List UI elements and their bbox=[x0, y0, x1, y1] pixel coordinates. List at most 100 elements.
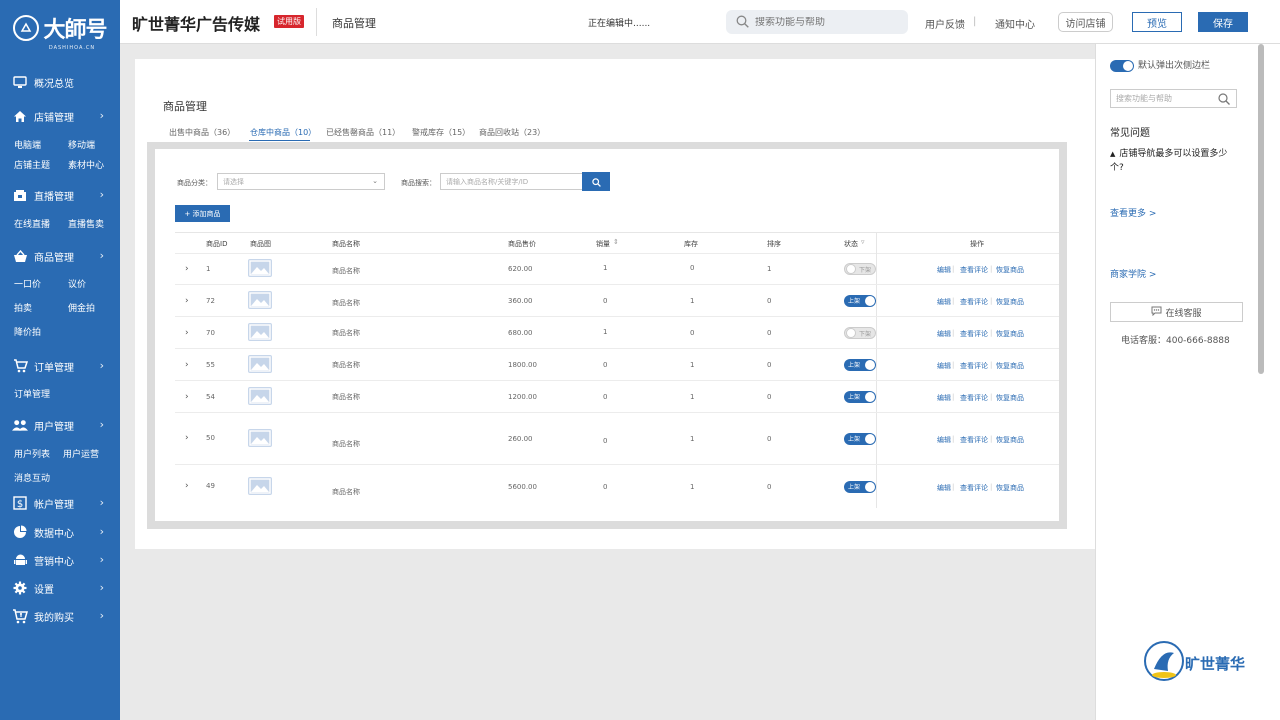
status-toggle[interactable]: 上架 bbox=[844, 481, 876, 493]
tab-recycle-bin[interactable]: 商品回收站（23） bbox=[479, 127, 545, 138]
product-thumbnail-icon[interactable] bbox=[248, 477, 272, 495]
view-reviews-link[interactable]: 查看评论 bbox=[960, 435, 988, 445]
view-more-link[interactable]: 查看更多 > bbox=[1110, 206, 1156, 219]
expand-row-icon[interactable]: › bbox=[185, 392, 189, 402]
expand-row-icon[interactable]: › bbox=[185, 296, 189, 306]
status-toggle[interactable]: 下架 bbox=[844, 263, 876, 275]
tab-sold-out[interactable]: 已经售罄商品（11） bbox=[326, 127, 400, 138]
status-toggle[interactable]: 上架 bbox=[844, 391, 876, 403]
status-toggle[interactable]: 上架 bbox=[844, 359, 876, 371]
notification-center-link[interactable]: 通知中心 bbox=[995, 16, 1035, 31]
view-reviews-link[interactable]: 查看评论 bbox=[960, 329, 988, 339]
edit-link[interactable]: 编辑 bbox=[937, 361, 951, 371]
view-reviews-link[interactable]: 查看评论 bbox=[960, 361, 988, 371]
product-thumbnail-icon[interactable] bbox=[248, 429, 272, 447]
status-toggle[interactable]: 下架 bbox=[844, 327, 876, 339]
col-sales[interactable]: 销量 bbox=[596, 239, 610, 249]
edit-link[interactable]: 编辑 bbox=[937, 393, 951, 403]
nav-sub-user-list[interactable]: 用户列表 bbox=[14, 447, 50, 460]
header-search-input[interactable] bbox=[755, 16, 895, 28]
nav-sub-negotiate[interactable]: 议价 bbox=[68, 277, 86, 290]
expand-row-icon[interactable]: › bbox=[185, 481, 189, 491]
sidebar-logo[interactable]: 大師号 DASHIHOA.CN bbox=[0, 0, 120, 62]
nav-my-purchases[interactable]: 我的购买 › bbox=[0, 606, 120, 626]
save-button[interactable]: 保存 bbox=[1198, 12, 1248, 32]
add-product-button[interactable]: + 添加商品 bbox=[175, 205, 230, 222]
edit-link[interactable]: 编辑 bbox=[937, 329, 951, 339]
nav-data-center[interactable]: 数据中心 › bbox=[0, 522, 120, 542]
product-search-input[interactable]: 请输入商品名称/关键字/ID bbox=[440, 173, 583, 190]
view-reviews-link[interactable]: 查看评论 bbox=[960, 265, 988, 275]
nav-sub-dutch-auction[interactable]: 降价拍 bbox=[14, 325, 41, 338]
nav-user-management[interactable]: 用户管理 › bbox=[0, 415, 120, 435]
visit-store-button[interactable]: 访问店铺 bbox=[1058, 12, 1113, 32]
status-toggle[interactable]: 上架 bbox=[844, 295, 876, 307]
nav-marketing-center[interactable]: 营销中心 › bbox=[0, 550, 120, 570]
nav-sub-messages[interactable]: 消息互动 bbox=[14, 471, 50, 484]
nav-sub-live-sale[interactable]: 直播售卖 bbox=[68, 217, 104, 230]
online-service-button[interactable]: 在线客服 bbox=[1110, 302, 1243, 322]
faq-item[interactable]: ▲ 店铺导航最多可以设置多少个? bbox=[1110, 147, 1240, 175]
status-toggle[interactable]: 上架 bbox=[844, 433, 876, 445]
product-thumbnail-icon[interactable] bbox=[248, 387, 272, 405]
restore-link[interactable]: 恢复商品 bbox=[996, 435, 1024, 445]
nav-sub-pc[interactable]: 电脑端 bbox=[14, 138, 41, 151]
edit-link[interactable]: 编辑 bbox=[937, 297, 951, 307]
tab-on-sale[interactable]: 出售中商品（36） bbox=[169, 127, 235, 138]
nav-sub-mobile[interactable]: 移动端 bbox=[68, 138, 95, 151]
nav-order-management[interactable]: 订单管理 › bbox=[0, 356, 120, 376]
search-icon[interactable] bbox=[1218, 93, 1230, 107]
product-thumbnail-icon[interactable] bbox=[248, 355, 272, 373]
feedback-link[interactable]: 用户反馈 bbox=[925, 16, 965, 31]
help-search-input[interactable]: 搜索功能与帮助 bbox=[1110, 89, 1237, 108]
edit-link[interactable]: 编辑 bbox=[937, 435, 951, 445]
right-panel-scrollbar[interactable] bbox=[1256, 44, 1280, 720]
restore-link[interactable]: 恢复商品 bbox=[996, 329, 1024, 339]
tab-in-warehouse[interactable]: 仓库中商品（10） bbox=[250, 127, 316, 138]
view-reviews-link[interactable]: 查看评论 bbox=[960, 393, 988, 403]
sort-icon[interactable]: ⇕ bbox=[613, 238, 619, 246]
nav-live-management[interactable]: 直播管理 › bbox=[0, 185, 120, 205]
nav-sub-assets[interactable]: 素材中心 bbox=[68, 158, 104, 171]
nav-settings[interactable]: 设置 › bbox=[0, 578, 120, 598]
view-reviews-link[interactable]: 查看评论 bbox=[960, 297, 988, 307]
nav-store-management[interactable]: 店铺管理 › bbox=[0, 106, 120, 126]
nav-sub-orders[interactable]: 订单管理 bbox=[14, 387, 50, 400]
product-search-button[interactable] bbox=[582, 172, 610, 191]
nav-account-management[interactable]: $ 帐户管理 › bbox=[0, 493, 120, 513]
merchant-academy-link[interactable]: 商家学院 > bbox=[1110, 267, 1156, 280]
col-status[interactable]: 状态 bbox=[844, 239, 858, 249]
expand-row-icon[interactable]: › bbox=[185, 433, 189, 443]
header-search[interactable] bbox=[726, 10, 908, 34]
restore-link[interactable]: 恢复商品 bbox=[996, 483, 1024, 493]
product-thumbnail-icon[interactable] bbox=[248, 291, 272, 309]
op-separator: | bbox=[990, 297, 993, 305]
expand-row-icon[interactable]: › bbox=[185, 328, 189, 338]
product-thumbnail-icon[interactable] bbox=[248, 259, 272, 277]
category-select[interactable]: 请选择 ⌄ bbox=[217, 173, 385, 190]
nav-sub-auction[interactable]: 拍卖 bbox=[14, 301, 32, 314]
expand-row-icon[interactable]: › bbox=[185, 360, 189, 370]
nav-overview[interactable]: 概况总览 bbox=[0, 72, 120, 92]
edit-link[interactable]: 编辑 bbox=[937, 483, 951, 493]
nav-sub-fixed-price[interactable]: 一口价 bbox=[14, 277, 41, 290]
restore-link[interactable]: 恢复商品 bbox=[996, 297, 1024, 307]
scrollbar-thumb[interactable] bbox=[1258, 44, 1264, 374]
restore-link[interactable]: 恢复商品 bbox=[996, 361, 1024, 371]
nav-sub-commission-auction[interactable]: 佣金拍 bbox=[68, 301, 95, 314]
filter-icon[interactable]: ▿ bbox=[861, 238, 865, 246]
view-reviews-link[interactable]: 查看评论 bbox=[960, 483, 988, 493]
nav-sub-online-live[interactable]: 在线直播 bbox=[14, 217, 50, 230]
expand-row-icon[interactable]: › bbox=[185, 264, 189, 274]
default-popup-toggle[interactable] bbox=[1110, 60, 1134, 72]
edit-link[interactable]: 编辑 bbox=[937, 265, 951, 275]
nav-sub-user-ops[interactable]: 用户运营 bbox=[63, 447, 99, 460]
nav-product-management[interactable]: 商品管理 › bbox=[0, 246, 120, 266]
page-title: 商品管理 bbox=[332, 17, 376, 30]
tab-low-stock[interactable]: 警戒库存（15） bbox=[412, 127, 470, 138]
nav-sub-theme[interactable]: 店铺主题 bbox=[14, 158, 50, 171]
restore-link[interactable]: 恢复商品 bbox=[996, 393, 1024, 403]
product-thumbnail-icon[interactable] bbox=[248, 323, 272, 341]
restore-link[interactable]: 恢复商品 bbox=[996, 265, 1024, 275]
preview-button[interactable]: 预览 bbox=[1132, 12, 1182, 32]
